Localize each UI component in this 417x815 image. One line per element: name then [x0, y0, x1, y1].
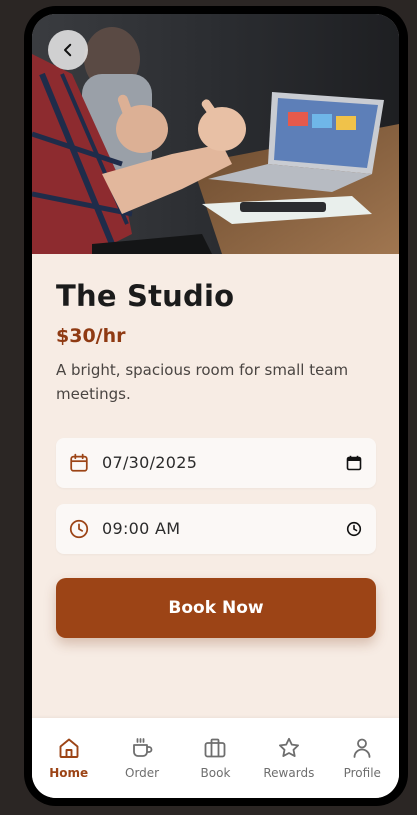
app-screen: The Studio $30/hr A bright, spacious roo… — [32, 14, 399, 798]
nav-label-home: Home — [49, 766, 89, 780]
briefcase-icon — [205, 738, 226, 758]
date-field[interactable]: 07/30/2025 — [56, 438, 376, 488]
venue-price: $30/hr — [56, 325, 126, 347]
bottom-navigation: Home Order Book Rewards Profile — [32, 718, 399, 798]
venue-description: A bright, spacious room for small team m… — [56, 361, 349, 403]
clock-icon — [69, 519, 89, 539]
book-now-button[interactable]: Book Now — [56, 578, 376, 638]
nav-label-book: Book — [200, 766, 231, 780]
chevron-left-icon — [64, 43, 72, 57]
coffee-cup-icon — [133, 738, 153, 757]
nav-label-rewards: Rewards — [263, 766, 315, 780]
nav-label-order: Order — [125, 766, 160, 780]
date-value: 07/30/2025 — [102, 453, 198, 472]
nav-item-rewards[interactable]: Rewards — [254, 718, 324, 780]
nav-item-profile[interactable]: Profile — [327, 718, 397, 780]
clock-picker-icon[interactable] — [346, 521, 362, 537]
nav-item-order[interactable]: Order — [107, 718, 177, 780]
hero-image — [32, 14, 399, 254]
nav-item-home[interactable]: Home — [34, 718, 104, 780]
star-icon — [278, 737, 299, 757]
home-icon — [59, 738, 79, 758]
nav-item-book[interactable]: Book — [180, 718, 250, 780]
time-field[interactable]: 09:00 AM — [56, 504, 376, 554]
user-icon — [353, 738, 371, 758]
time-value: 09:00 AM — [102, 519, 181, 538]
calendar-picker-icon[interactable] — [346, 455, 362, 471]
calendar-icon — [70, 453, 88, 472]
venue-title: The Studio — [56, 279, 235, 313]
phone-frame: The Studio $30/hr A bright, spacious roo… — [24, 6, 408, 806]
nav-label-profile: Profile — [343, 766, 381, 780]
back-button[interactable] — [48, 30, 88, 70]
